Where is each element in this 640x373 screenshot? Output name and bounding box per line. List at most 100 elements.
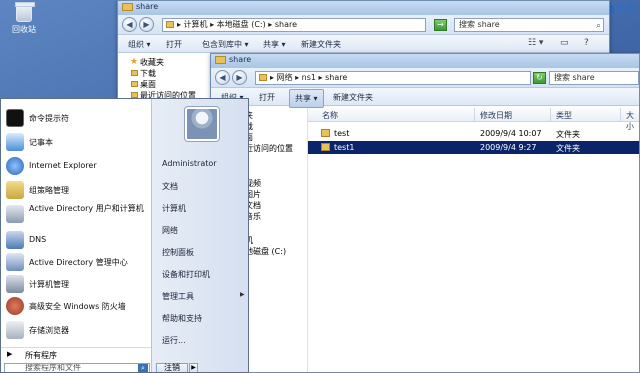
new-folder-button[interactable]: 新建文件夹	[333, 92, 373, 103]
help-icon[interactable]: ?	[584, 38, 589, 48]
preview-pane-icon[interactable]: ▭	[560, 38, 569, 48]
forward-icon[interactable]: ▶	[232, 70, 247, 85]
window-titlebar[interactable]: share	[211, 54, 639, 68]
address-text: ▸ 网络 ▸ ns1 ▸ share	[270, 73, 348, 82]
menu-item-storage-explorer[interactable]: 存储浏览器	[1, 319, 151, 341]
place-computer[interactable]: 计算机	[162, 203, 186, 214]
nav-item[interactable]: 地磁盘 (C:)	[245, 246, 286, 257]
menu-item-label: Internet Explorer	[29, 161, 97, 170]
menu-item-ie[interactable]: Internet Explorer	[1, 155, 151, 177]
menu-item-ad-users[interactable]: Active Directory 用户和计算机	[1, 203, 151, 231]
nav-item-downloads[interactable]: 下载	[130, 68, 215, 79]
search-placeholder: 搜索 share	[459, 20, 500, 29]
place-administrator[interactable]: Administrator	[162, 159, 217, 168]
back-icon[interactable]: ◀	[215, 70, 230, 85]
menu-item-label: 组策略管理	[29, 186, 69, 195]
folder-icon	[122, 3, 133, 11]
file-row-selected[interactable]: test1 2009/9/4 9:27 文件夹	[308, 141, 639, 154]
place-control-panel[interactable]: 控制面板	[162, 247, 194, 258]
nav-item-desktop[interactable]: 桌面	[130, 79, 215, 90]
place-devices-printers[interactable]: 设备和打印机	[162, 269, 210, 280]
address-text: ▸ 计算机 ▸ 本地磁盘 (C:) ▸ share	[177, 20, 298, 29]
search-input[interactable]: 搜索 share ⌕	[454, 18, 604, 32]
shutdown-options-icon[interactable]: ▶	[189, 363, 198, 372]
share-button[interactable]: 共享 ▾	[263, 39, 286, 50]
back-icon[interactable]: ◀	[122, 17, 137, 32]
folder-icon	[166, 21, 174, 28]
search-icon[interactable]: ⌕	[138, 364, 148, 372]
file-date: 2009/9/4 10:07	[480, 129, 542, 138]
folder-icon	[131, 70, 138, 76]
file-type: 文件夹	[556, 130, 580, 139]
open-button[interactable]: 打开	[259, 92, 275, 103]
place-help[interactable]: 帮助和支持	[162, 313, 202, 324]
nav-item[interactable]: 近访问的位置	[245, 143, 293, 154]
start-search-placeholder: 搜索程序和文件	[25, 363, 81, 372]
view-icon[interactable]: ☷ ▾	[528, 38, 543, 48]
forward-icon[interactable]: ▶	[139, 17, 154, 32]
file-row[interactable]: test 2009/9/4 10:07 文件夹	[308, 127, 639, 140]
search-placeholder: 搜索 share	[554, 73, 595, 82]
column-header: 名称 修改日期 类型 大小	[308, 108, 639, 131]
address-row: ◀ ▶ ▸ 网络 ▸ ns1 ▸ share ↻ 搜索 share	[211, 68, 639, 88]
open-button[interactable]: 打开	[166, 39, 182, 50]
menu-item-firewall[interactable]: 高级安全 Windows 防火墙	[1, 295, 151, 317]
folder-icon	[131, 81, 138, 87]
menu-item-label: DNS	[29, 235, 47, 244]
dns-icon	[6, 231, 24, 249]
recycle-bin-icon	[15, 2, 35, 22]
address-bar[interactable]: ▸ 计算机 ▸ 本地磁盘 (C:) ▸ share	[162, 18, 426, 32]
start-search-input[interactable]: 搜索程序和文件 ⌕	[4, 363, 150, 372]
share-button[interactable]: 共享 ▾	[289, 89, 324, 108]
ad-admin-center-icon	[6, 253, 24, 271]
computer-management-icon	[6, 275, 24, 293]
logoff-button[interactable]: 注销	[156, 363, 188, 372]
place-run[interactable]: 运行...	[162, 335, 186, 346]
go-icon[interactable]: →	[434, 19, 447, 31]
place-admin-tools[interactable]: 管理工具	[162, 291, 245, 302]
storage-explorer-icon	[6, 321, 24, 339]
column-type[interactable]: 类型	[556, 110, 572, 121]
refresh-icon[interactable]: ↻	[533, 72, 546, 84]
place-network[interactable]: 网络	[162, 225, 178, 236]
file-type: 文件夹	[556, 144, 580, 153]
window-title: share	[229, 55, 252, 64]
search-input[interactable]: 搜索 share	[549, 71, 639, 85]
menu-item-gpm[interactable]: 组策略管理	[1, 179, 151, 201]
user-avatar[interactable]	[184, 106, 220, 142]
column-date[interactable]: 修改日期	[480, 110, 512, 121]
menu-item-label: 高级安全 Windows 防火墙	[29, 302, 126, 311]
menu-item-ad-admin-center[interactable]: Active Directory 管理中心	[1, 251, 151, 273]
new-folder-button[interactable]: 新建文件夹	[301, 39, 341, 50]
column-divider	[620, 108, 621, 121]
window-titlebar[interactable]: share	[118, 1, 609, 15]
group-policy-icon	[6, 181, 24, 199]
command-bar: 组织 ▾ 打开 共享 ▾ 新建文件夹	[211, 88, 639, 108]
notepad-icon	[6, 133, 24, 151]
explorer-window-network-share[interactable]: share ◀ ▶ ▸ 网络 ▸ ns1 ▸ share ↻ 搜索 share …	[210, 53, 640, 373]
menu-item-label: 记事本	[29, 138, 53, 147]
file-name: test1	[334, 143, 355, 152]
include-library-button[interactable]: 包含到库中 ▾	[202, 39, 249, 50]
menu-item-label: 存储浏览器	[29, 326, 69, 335]
firewall-icon	[6, 297, 24, 315]
menu-item-dns[interactable]: DNS	[1, 229, 151, 251]
network-icon	[259, 74, 267, 81]
menu-item-cmd[interactable]: 命令提示符	[1, 107, 151, 129]
menu-item-notepad[interactable]: 记事本	[1, 131, 151, 153]
column-name[interactable]: 名称	[322, 110, 338, 121]
ad-users-icon	[6, 205, 24, 223]
place-documents[interactable]: 文档	[162, 181, 178, 192]
menu-item-computer-management[interactable]: 计算机管理	[1, 273, 151, 295]
recycle-bin[interactable]: 回收站	[6, 2, 42, 35]
start-menu-programs: 命令提示符 记事本 Internet Explorer 组策略管理 Active…	[1, 99, 151, 347]
nav-item-favorites[interactable]: ★ 收藏夹	[130, 57, 215, 68]
address-bar[interactable]: ▸ 网络 ▸ ns1 ▸ share	[255, 71, 531, 85]
folder-icon	[321, 143, 330, 151]
search-icon[interactable]: ⌕	[596, 20, 601, 32]
star-icon: ★	[130, 57, 139, 67]
chevron-right-icon: ▶	[7, 350, 13, 358]
organize-button[interactable]: 组织 ▾	[128, 39, 151, 50]
start-menu-places: Administrator 文档 计算机 网络 控制面板 设备和打印机 管理工具…	[151, 99, 248, 372]
all-programs[interactable]: ▶ 所有程序	[1, 347, 151, 361]
